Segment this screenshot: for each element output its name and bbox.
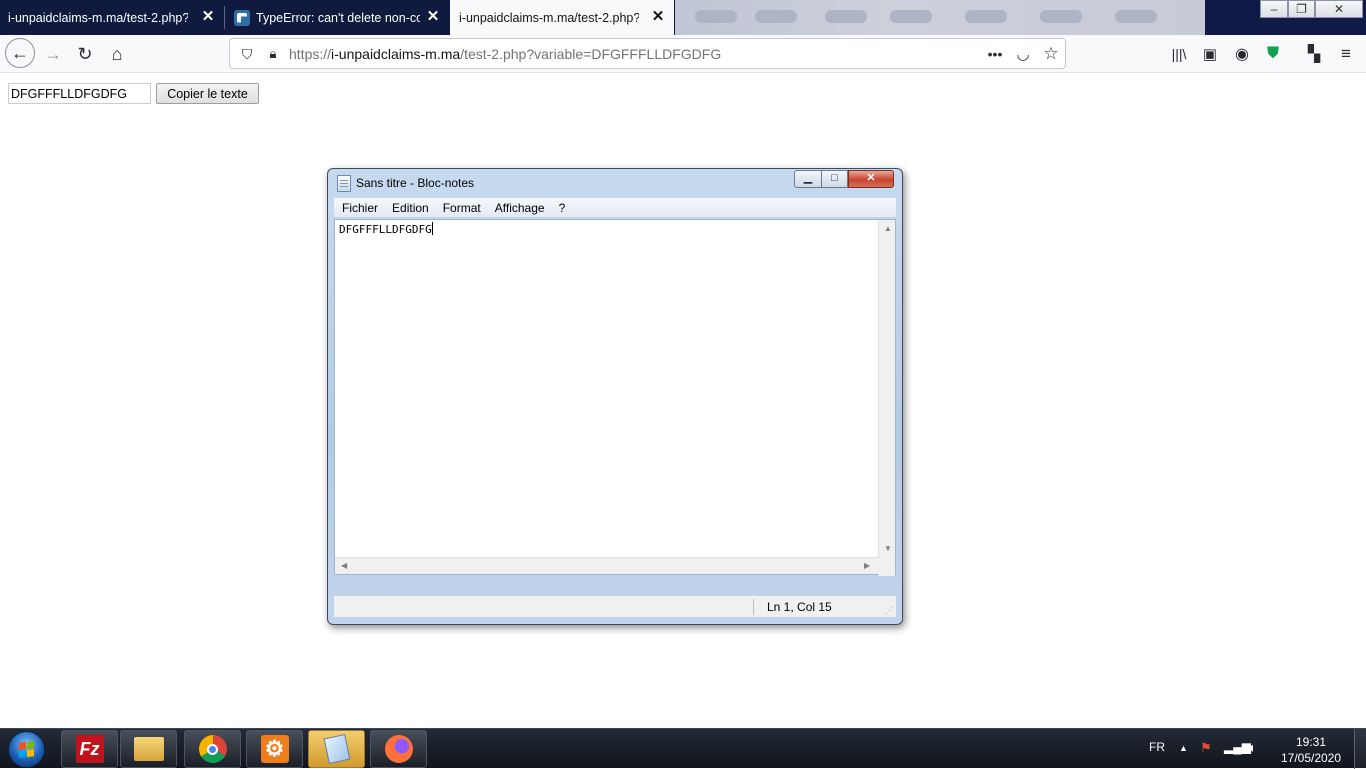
window-title: Sans titre - Bloc-notes <box>356 176 475 190</box>
tracking-shield-icon[interactable]: ⛉ <box>233 40 261 68</box>
more-icon[interactable]: ••• <box>981 40 1009 68</box>
taskbar-chrome[interactable] <box>184 730 241 768</box>
menu-edition[interactable]: Edition <box>392 201 429 215</box>
text-input[interactable] <box>8 83 151 104</box>
minimize-window-button[interactable]: – <box>1260 0 1288 18</box>
scroll-down-arrow-icon[interactable]: ▼ <box>884 544 892 553</box>
mdn-favicon-icon <box>234 9 250 26</box>
url-path: /test-2.php?variable=DFGFFFLLDFGDFG <box>460 46 722 62</box>
restore-window-button[interactable]: ❐ <box>1288 0 1315 18</box>
close-button[interactable]: ✕ <box>848 170 894 188</box>
taskbar-firefox[interactable] <box>370 730 427 768</box>
pocket-icon[interactable]: ◡ <box>1009 40 1037 68</box>
windows-logo-icon <box>19 741 34 758</box>
copy-text-button[interactable]: Copier le texte <box>156 83 259 104</box>
text-editing-area[interactable]: DFGFFFLLDFGDFG ▲ ▼ ◀ ▶ <box>334 219 896 576</box>
status-separator <box>753 599 754 615</box>
tab-label: TypeError: can't delete non-co <box>256 10 420 25</box>
resize-grip-icon[interactable]: ⋰ <box>885 605 894 616</box>
library-icon[interactable]: |||\ <box>1165 40 1193 68</box>
system-clock[interactable]: 19:31 17/05/2020 <box>1276 734 1346 766</box>
text-caret <box>431 222 433 235</box>
extension-shield-icon[interactable]: ⛊ <box>1259 40 1287 68</box>
menu-help[interactable]: ? <box>559 201 566 215</box>
reload-icon[interactable]: ↻ <box>71 40 99 68</box>
tab-test-2-active[interactable]: i-unpaidclaims-m.ma/test-2.php?v ✕ <box>450 0 674 35</box>
chrome-icon <box>198 735 227 763</box>
menu-icon[interactable]: ≡ <box>1332 40 1360 68</box>
tab-close-icon[interactable]: ✕ <box>650 9 666 25</box>
filezilla-icon: Fz <box>75 735 104 763</box>
windows-taskbar: Fz ⚙ FR ▲ ⚑ ▂▄▆ 🔈︎ 19:31 17/05/2020 <box>0 728 1366 769</box>
network-icon[interactable]: ▂▄▆ <box>1224 740 1251 754</box>
taskbar-settings-app[interactable]: ⚙ <box>246 730 303 768</box>
sidebar-icon[interactable]: ▣ <box>1196 40 1224 68</box>
close-window-button[interactable]: ✕ <box>1315 0 1363 18</box>
navigation-toolbar: ← → ↻ ⌂ ⛉ 🔒︎ https://i-unpaidclaims-m.ma… <box>0 35 1366 73</box>
scroll-up-arrow-icon[interactable]: ▲ <box>884 224 892 233</box>
account-icon[interactable]: ◉ <box>1228 40 1256 68</box>
taskbar-notepad[interactable] <box>308 730 365 768</box>
star-icon[interactable]: ☆ <box>1037 40 1065 68</box>
show-hidden-icons-icon[interactable]: ▲ <box>1179 743 1188 753</box>
menu-affichage[interactable]: Affichage <box>495 201 545 215</box>
lock-icon[interactable]: 🔒︎ <box>259 40 287 68</box>
action-center-icon[interactable]: ⚑ <box>1200 740 1212 756</box>
menu-fichier[interactable]: Fichier <box>342 201 378 215</box>
url-bar[interactable]: ⛉ 🔒︎ https://i-unpaidclaims-m.ma/test-2.… <box>229 38 1066 69</box>
url-scheme: https:// <box>289 46 332 62</box>
tab-typeerror[interactable]: TypeError: can't delete non-co ✕ <box>225 0 449 35</box>
horizontal-scrollbar[interactable]: ◀ ▶ <box>335 557 880 574</box>
back-icon[interactable]: ← <box>5 38 35 68</box>
notepad-icon <box>323 733 350 765</box>
home-icon[interactable]: ⌂ <box>103 40 131 68</box>
maximize-button[interactable]: □ <box>821 170 848 188</box>
url-host: i-unpaidclaims-m.ma <box>331 46 461 62</box>
tab-label: i-unpaidclaims-m.ma/test-2.php?v <box>8 10 188 25</box>
cursor-position: Ln 1, Col 15 <box>767 600 832 614</box>
tab-close-icon[interactable]: ✕ <box>425 9 441 25</box>
firefox-icon <box>384 735 413 763</box>
menu-bar: Fichier Edition Format Affichage ? <box>334 198 896 218</box>
language-indicator[interactable]: FR <box>1149 740 1165 754</box>
scroll-left-arrow-icon[interactable]: ◀ <box>341 561 347 570</box>
folder-icon <box>133 737 164 761</box>
scroll-right-arrow-icon[interactable]: ▶ <box>864 561 870 570</box>
start-button[interactable] <box>8 731 45 768</box>
document-text: DFGFFFLLDFGDFG <box>339 222 433 236</box>
document-content: DFGFFFLLDFGDFG <box>339 223 432 236</box>
notepad-window[interactable]: Sans titre - Bloc-notes ▁ □ ✕ Fichier Ed… <box>327 168 903 625</box>
taskbar-file-explorer[interactable] <box>120 730 177 768</box>
clock-time: 19:31 <box>1295 735 1327 749</box>
show-desktop-button[interactable] <box>1354 729 1366 769</box>
extensions-icon[interactable]: ▚ <box>1300 40 1328 68</box>
menu-format[interactable]: Format <box>443 201 481 215</box>
volume-icon[interactable]: 🔈︎ <box>1249 740 1257 756</box>
clock-date: 17/05/2020 <box>1280 751 1342 765</box>
blurred-background-area <box>675 0 1205 35</box>
browser-tab-strip: i-unpaidclaims-m.ma/test-2.php?v ✕ TypeE… <box>0 0 1366 35</box>
notepad-app-icon <box>337 175 351 192</box>
tab-test-2-first[interactable]: i-unpaidclaims-m.ma/test-2.php?v ✕ <box>0 0 224 35</box>
gear-icon: ⚙ <box>260 735 289 763</box>
forward-icon[interactable]: → <box>39 40 67 68</box>
status-bar: Ln 1, Col 15 ⋰ <box>334 595 896 617</box>
url-text: https://i-unpaidclaims-m.ma/test-2.php?v… <box>289 46 721 62</box>
tab-close-icon[interactable]: ✕ <box>200 9 216 25</box>
minimize-button[interactable]: ▁ <box>794 170 822 188</box>
tab-label: i-unpaidclaims-m.ma/test-2.php?v <box>459 10 639 25</box>
vertical-scrollbar[interactable]: ▲ ▼ <box>878 220 895 576</box>
taskbar-filezilla[interactable]: Fz <box>61 730 118 768</box>
